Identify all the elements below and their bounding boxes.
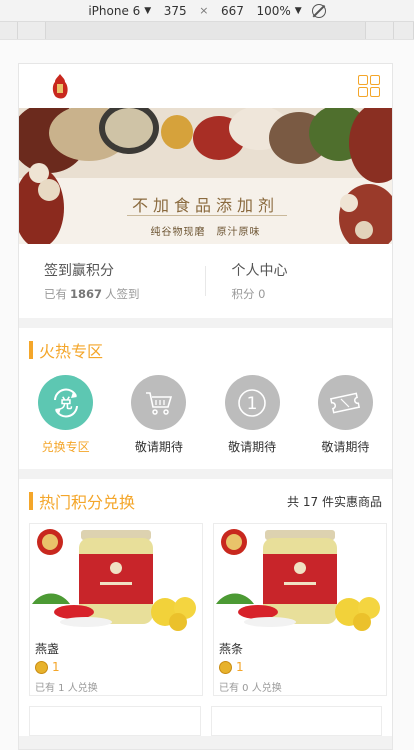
product-name: 燕条 [219,642,244,656]
mobile-page: 不加食品添加剂 纯谷物现磨 原汁原味 签到赢积分 已有 1867 人签到 个人中心 … [18,63,393,750]
width-field[interactable]: 375 [161,4,189,18]
hot-zone-title: 火热专区 [39,342,104,361]
hot-zone-icons: 兑 兑换专区 敬请期待 1 敬请期待 敬请期待 [19,372,392,469]
points-summary: 积分 0 [232,286,393,302]
zoom-value: 100% [256,3,291,18]
product-exchange-count: 已有 0 人兑换 [219,683,282,694]
product-card[interactable]: 燕条 1 已有 0 人兑换 [213,523,387,696]
total-prefix: 共 [287,494,300,509]
checkin-suffix: 人签到 [105,287,140,301]
product-grid: 燕盏 1 已有 1 人兑换 燕条 1 已有 0 人兑换 [19,523,392,696]
hero-banner[interactable]: 不加食品添加剂 纯谷物现磨 原汁原味 [19,108,392,244]
hot-zone-label: 敬请期待 [134,440,183,454]
coin-icon [35,660,48,674]
svg-text:兑: 兑 [59,396,72,412]
hot-zone-label: 敬请期待 [228,440,277,454]
hot-zone-item-3[interactable]: 1 敬请期待 [206,375,299,455]
chevron-down-icon: ▼ [144,5,152,16]
ticket-icon [317,375,373,430]
hot-zone-item-exchange[interactable]: 兑 兑换专区 [19,375,112,455]
number-one-icon: 1 [224,375,280,430]
profile-title: 个人中心 [231,263,288,279]
checkin-prefix: 已有 [44,287,67,301]
height-field[interactable]: 667 [218,4,246,18]
product-price-value: 1 [236,660,244,674]
devtools-toolbar: iPhone 6 ▼ 375 × 667 100% ▼ [0,0,414,22]
checkin-count: 1867 [70,287,103,301]
cart-icon [131,375,187,430]
product-price: 1 [30,657,202,674]
device-select[interactable]: iPhone 6 ▼ [88,4,151,18]
product-image [214,524,386,636]
zoom-select[interactable]: 100% ▼ [256,4,301,18]
product-image [30,524,202,636]
exchange-total: 共 17 件实惠商品 [287,493,382,510]
exchange-title: 热门积分兑换 [39,493,136,512]
checkin-summary: 已有 1867 人签到 [44,286,205,302]
exchange-section: 热门积分兑换 共 17 件实惠商品 燕盏 1 已有 1 人兑换 燕条 1 已有 … [19,479,392,736]
rotate-icon[interactable] [311,3,326,18]
points-value: 0 [258,287,266,301]
coin-icon [219,660,232,674]
product-card[interactable]: 燕盏 1 已有 1 人兑换 [29,523,203,696]
device-name: iPhone 6 [88,3,141,18]
product-price-value: 1 [52,660,60,674]
top-bar [19,64,392,108]
product-name: 燕盏 [35,642,60,656]
exchange-header: 热门积分兑换 共 17 件实惠商品 [19,479,392,523]
banner-subtitle: 纯谷物现磨 原汁原味 [150,227,261,238]
stats-panel: 签到赢积分 已有 1867 人签到 个人中心 积分 0 [19,244,392,318]
product-price: 1 [214,657,386,674]
profile-entry[interactable]: 个人中心 积分 0 [204,263,393,301]
hot-zone-item-2[interactable]: 敬请期待 [112,375,205,455]
svg-text:1: 1 [247,394,258,414]
chevron-down-icon: ▼ [294,5,302,16]
product-card[interactable] [29,706,201,736]
menu-grid-icon[interactable] [358,75,380,97]
product-grid-next-row [19,696,392,736]
media-query-ruler [0,22,414,40]
product-exchange-count: 已有 1 人兑换 [35,683,98,694]
hot-zone-section: 火热专区 兑 兑换专区 敬请期待 1 敬请期待 敬请期待 [19,328,392,469]
hot-zone-label: 兑换专区 [41,440,90,454]
hot-zone-label: 敬请期待 [321,440,370,454]
accent-bar [29,341,33,359]
checkin-title: 签到赢积分 [44,263,114,279]
hot-zone-item-4[interactable]: 敬请期待 [299,375,392,455]
accent-bar [29,492,33,510]
brand-logo[interactable] [49,71,71,101]
exchange-icon: 兑 [38,375,94,430]
total-suffix: 件实惠商品 [321,494,382,509]
checkin-entry[interactable]: 签到赢积分 已有 1867 人签到 [19,260,205,302]
points-label: 积分 [231,287,255,301]
product-card[interactable] [210,706,382,736]
banner-slogan: 不加食品添加剂 [131,196,279,215]
hot-zone-header: 火热专区 [19,328,392,372]
viewport-canvas: 不加食品添加剂 纯谷物现磨 原汁原味 签到赢积分 已有 1867 人签到 个人中心 … [0,40,414,750]
times-icon: × [199,4,209,17]
total-count: 17 [302,494,319,509]
